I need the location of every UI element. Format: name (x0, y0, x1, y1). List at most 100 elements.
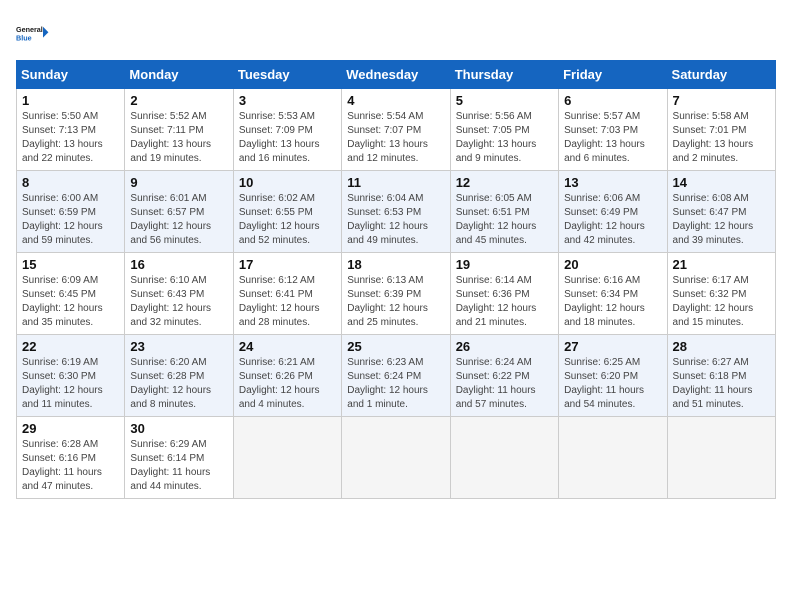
page-header: GeneralBlue (16, 16, 776, 52)
day-number: 9 (130, 175, 227, 190)
cell-info: Sunrise: 6:21 AM Sunset: 6:26 PM Dayligh… (239, 356, 336, 412)
day-number: 16 (130, 257, 227, 272)
day-number: 1 (22, 93, 119, 108)
day-number: 8 (22, 175, 119, 190)
day-number: 25 (347, 339, 444, 354)
cell-info: Sunrise: 6:17 AM Sunset: 6:32 PM Dayligh… (673, 274, 770, 330)
day-number: 28 (673, 339, 770, 354)
cell-info: Sunrise: 6:06 AM Sunset: 6:49 PM Dayligh… (564, 192, 661, 248)
calendar-cell: 17Sunrise: 6:12 AM Sunset: 6:41 PM Dayli… (233, 253, 341, 335)
cell-info: Sunrise: 6:23 AM Sunset: 6:24 PM Dayligh… (347, 356, 444, 412)
calendar-cell: 2 Sunrise: 5:52 AM Sunset: 7:11 PM Daylig… (125, 89, 233, 171)
cell-info: Sunrise: 6:24 AM Sunset: 6:22 PM Dayligh… (456, 356, 553, 412)
calendar-cell (233, 417, 341, 499)
svg-text:General: General (16, 25, 43, 34)
day-number: 26 (456, 339, 553, 354)
calendar-table: SundayMondayTuesdayWednesdayThursdayFrid… (16, 60, 776, 499)
calendar-cell: 29 Sunrise: 6:28 AM Sunset: 6:16 PM Dayli… (17, 417, 125, 499)
cell-info: Sunrise: 6:14 AM Sunset: 6:36 PM Dayligh… (456, 274, 553, 330)
cell-info: Sunrise: 5:58 AM Sunset: 7:01 PM Dayligh… (673, 110, 770, 166)
calendar-cell: 25 Sunrise: 6:23 AM Sunset: 6:24 PM Dayli… (342, 335, 450, 417)
logo: GeneralBlue (16, 16, 52, 52)
cell-info: Sunrise: 6:29 AM Sunset: 6:14 PM Dayligh… (130, 438, 227, 494)
calendar-cell (342, 417, 450, 499)
day-number: 12 (456, 175, 553, 190)
calendar-cell: 7 Sunrise: 5:58 AM Sunset: 7:01 PM Daylig… (667, 89, 775, 171)
cell-info: Sunrise: 6:12 AM Sunset: 6:41 PM Dayligh… (239, 274, 336, 330)
calendar-cell: 18 Sunrise: 6:13 AM Sunset: 6:39 PM Dayli… (342, 253, 450, 335)
calendar-cell (667, 417, 775, 499)
calendar-cell: 5Sunrise: 5:56 AM Sunset: 7:05 PM Daylig… (450, 89, 558, 171)
calendar-cell: 11 Sunrise: 6:04 AM Sunset: 6:53 PM Dayli… (342, 171, 450, 253)
cell-info: Sunrise: 6:01 AM Sunset: 6:57 PM Dayligh… (130, 192, 227, 248)
calendar-cell: 15 Sunrise: 6:09 AM Sunset: 6:45 PM Dayli… (17, 253, 125, 335)
calendar-week-row: 15 Sunrise: 6:09 AM Sunset: 6:45 PM Dayli… (17, 253, 776, 335)
calendar-cell: 4Sunrise: 5:54 AM Sunset: 7:07 PM Daylig… (342, 89, 450, 171)
day-number: 13 (564, 175, 661, 190)
calendar-cell: 26 Sunrise: 6:24 AM Sunset: 6:22 PM Dayli… (450, 335, 558, 417)
calendar-cell: 10Sunrise: 6:02 AM Sunset: 6:55 PM Dayli… (233, 171, 341, 253)
weekday-header: Friday (559, 61, 667, 89)
calendar-cell: 20 Sunrise: 6:16 AM Sunset: 6:34 PM Dayli… (559, 253, 667, 335)
calendar-cell: 9 Sunrise: 6:01 AM Sunset: 6:57 PM Daylig… (125, 171, 233, 253)
calendar-week-row: 8 Sunrise: 6:00 AM Sunset: 6:59 PM Daylig… (17, 171, 776, 253)
cell-info: Sunrise: 6:13 AM Sunset: 6:39 PM Dayligh… (347, 274, 444, 330)
calendar-cell: 6 Sunrise: 5:57 AM Sunset: 7:03 PM Daylig… (559, 89, 667, 171)
day-number: 29 (22, 421, 119, 436)
calendar-week-row: 1 Sunrise: 5:50 AM Sunset: 7:13 PM Daylig… (17, 89, 776, 171)
svg-text:Blue: Blue (16, 33, 32, 42)
day-number: 23 (130, 339, 227, 354)
weekday-header: Tuesday (233, 61, 341, 89)
cell-info: Sunrise: 6:20 AM Sunset: 6:28 PM Dayligh… (130, 356, 227, 412)
calendar-cell: 14 Sunrise: 6:08 AM Sunset: 6:47 PM Dayli… (667, 171, 775, 253)
cell-info: Sunrise: 6:19 AM Sunset: 6:30 PM Dayligh… (22, 356, 119, 412)
logo-icon: GeneralBlue (16, 16, 52, 52)
day-number: 14 (673, 175, 770, 190)
calendar-cell: 27Sunrise: 6:25 AM Sunset: 6:20 PM Dayli… (559, 335, 667, 417)
day-number: 3 (239, 93, 336, 108)
day-number: 27 (564, 339, 661, 354)
calendar-week-row: 22 Sunrise: 6:19 AM Sunset: 6:30 PM Dayli… (17, 335, 776, 417)
cell-info: Sunrise: 6:04 AM Sunset: 6:53 PM Dayligh… (347, 192, 444, 248)
calendar-cell: 30 Sunrise: 6:29 AM Sunset: 6:14 PM Dayli… (125, 417, 233, 499)
day-number: 2 (130, 93, 227, 108)
day-number: 18 (347, 257, 444, 272)
cell-info: Sunrise: 5:57 AM Sunset: 7:03 PM Dayligh… (564, 110, 661, 166)
cell-info: Sunrise: 6:00 AM Sunset: 6:59 PM Dayligh… (22, 192, 119, 248)
calendar-cell: 23 Sunrise: 6:20 AM Sunset: 6:28 PM Dayli… (125, 335, 233, 417)
day-number: 6 (564, 93, 661, 108)
calendar-cell: 24 Sunrise: 6:21 AM Sunset: 6:26 PM Dayli… (233, 335, 341, 417)
calendar-week-row: 29 Sunrise: 6:28 AM Sunset: 6:16 PM Dayli… (17, 417, 776, 499)
calendar-cell: 28 Sunrise: 6:27 AM Sunset: 6:18 PM Dayli… (667, 335, 775, 417)
calendar-cell: 13 Sunrise: 6:06 AM Sunset: 6:49 PM Dayli… (559, 171, 667, 253)
calendar-cell: 21Sunrise: 6:17 AM Sunset: 6:32 PM Dayli… (667, 253, 775, 335)
cell-info: Sunrise: 6:27 AM Sunset: 6:18 PM Dayligh… (673, 356, 770, 412)
day-number: 11 (347, 175, 444, 190)
calendar-cell: 22 Sunrise: 6:19 AM Sunset: 6:30 PM Dayli… (17, 335, 125, 417)
cell-info: Sunrise: 6:10 AM Sunset: 6:43 PM Dayligh… (130, 274, 227, 330)
weekday-header: Thursday (450, 61, 558, 89)
day-number: 5 (456, 93, 553, 108)
cell-info: Sunrise: 6:28 AM Sunset: 6:16 PM Dayligh… (22, 438, 119, 494)
day-number: 30 (130, 421, 227, 436)
calendar-header-row: SundayMondayTuesdayWednesdayThursdayFrid… (17, 61, 776, 89)
day-number: 24 (239, 339, 336, 354)
cell-info: Sunrise: 6:16 AM Sunset: 6:34 PM Dayligh… (564, 274, 661, 330)
weekday-header: Sunday (17, 61, 125, 89)
cell-info: Sunrise: 5:53 AM Sunset: 7:09 PM Dayligh… (239, 110, 336, 166)
day-number: 20 (564, 257, 661, 272)
calendar-cell: 3 Sunrise: 5:53 AM Sunset: 7:09 PM Daylig… (233, 89, 341, 171)
cell-info: Sunrise: 5:50 AM Sunset: 7:13 PM Dayligh… (22, 110, 119, 166)
cell-info: Sunrise: 6:08 AM Sunset: 6:47 PM Dayligh… (673, 192, 770, 248)
day-number: 4 (347, 93, 444, 108)
weekday-header: Monday (125, 61, 233, 89)
day-number: 7 (673, 93, 770, 108)
calendar-cell: 12Sunrise: 6:05 AM Sunset: 6:51 PM Dayli… (450, 171, 558, 253)
day-number: 15 (22, 257, 119, 272)
calendar-cell: 8 Sunrise: 6:00 AM Sunset: 6:59 PM Daylig… (17, 171, 125, 253)
cell-info: Sunrise: 5:52 AM Sunset: 7:11 PM Dayligh… (130, 110, 227, 166)
weekday-header: Saturday (667, 61, 775, 89)
cell-info: Sunrise: 6:09 AM Sunset: 6:45 PM Dayligh… (22, 274, 119, 330)
calendar-cell (450, 417, 558, 499)
day-number: 22 (22, 339, 119, 354)
